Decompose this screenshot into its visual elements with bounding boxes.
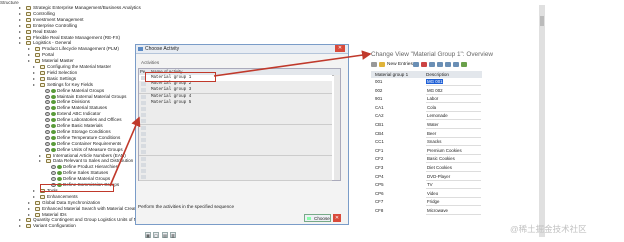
- watermark: @稀土掘金技术社区: [510, 224, 587, 234]
- arrow-dialog-to-view: [213, 50, 372, 77]
- annotation-arrows: [109, 50, 372, 187]
- arrow-tree-to-dialog: [109, 116, 141, 187]
